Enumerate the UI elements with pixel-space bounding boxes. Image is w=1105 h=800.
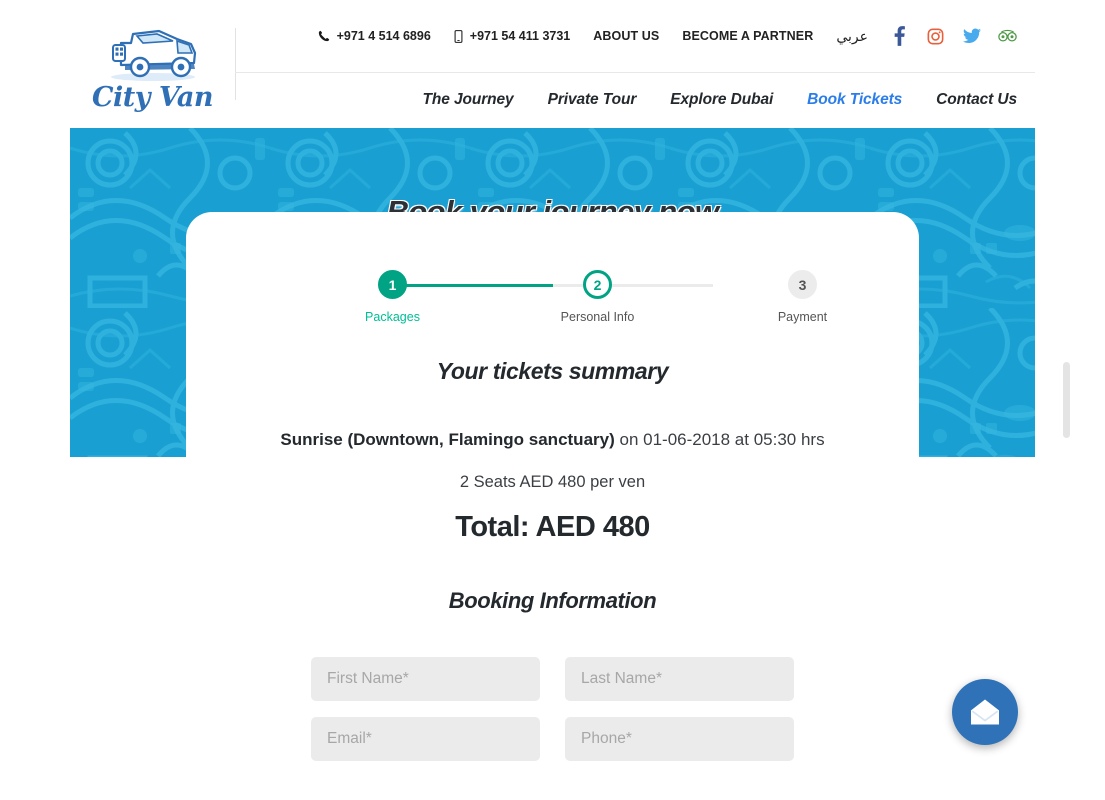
mobile-phone[interactable]: +971 54 411 3731: [454, 29, 570, 43]
facebook-icon[interactable]: [890, 25, 909, 47]
van-icon: [110, 29, 196, 81]
phone-field[interactable]: [565, 716, 794, 761]
tripadvisor-icon[interactable]: [998, 25, 1017, 47]
arabic-language-link[interactable]: عربي: [836, 28, 868, 45]
main-navigation: The Journey Private Tour Explore Dubai B…: [235, 72, 1035, 128]
step-3-circle[interactable]: 3: [788, 270, 817, 299]
envelope-icon: [971, 699, 999, 725]
nav-the-journey[interactable]: The Journey: [423, 91, 514, 109]
nav-book-tickets[interactable]: Book Tickets: [807, 91, 902, 109]
booking-information-form: [311, 656, 794, 761]
tickets-summary-heading: Your tickets summary: [436, 358, 669, 384]
page-root: City Van +971 4 514 6896 +971 54 411 373…: [0, 0, 1105, 800]
last-name-field[interactable]: [565, 656, 794, 701]
booking-information-heading: Booking Information: [448, 587, 657, 613]
booking-stepper: 1 Packages 2 Personal Info 3 Payment: [233, 260, 873, 330]
contact-chat-button[interactable]: [952, 679, 1018, 745]
ticket-total: Total: AED 480: [455, 510, 650, 543]
first-name-field[interactable]: [311, 656, 540, 701]
page-scrollbar-thumb[interactable]: [1063, 362, 1070, 438]
ticket-summary-line: Sunrise (Downtown, Flamingo sanctuary) o…: [186, 429, 919, 452]
ticket-package-name: Sunrise (Downtown, Flamingo sanctuary): [280, 430, 615, 449]
utility-bar: +971 4 514 6896 +971 54 411 3731 ABOUT U…: [235, 0, 1035, 72]
email-field[interactable]: [311, 716, 540, 761]
mobile-icon: [454, 29, 463, 43]
nav-private-tour[interactable]: Private Tour: [548, 91, 637, 109]
step-1-label: Packages: [365, 310, 420, 324]
stepper-step-packages[interactable]: 1 Packages: [313, 260, 473, 324]
ticket-date-time: on 01-06-2018 at 05:30 hrs: [614, 430, 825, 449]
stepper-step-payment[interactable]: 3 Payment: [723, 260, 883, 324]
site-logo[interactable]: City Van: [70, 8, 235, 120]
booking-card: 1 Packages 2 Personal Info 3 Payment You…: [186, 212, 919, 800]
stepper-step-personal-info[interactable]: 2 Personal Info: [518, 260, 678, 324]
site-header: City Van +971 4 514 6896 +971 54 411 373…: [70, 0, 1035, 128]
nav-explore-dubai[interactable]: Explore Dubai: [670, 91, 773, 109]
about-us-link[interactable]: ABOUT US: [593, 29, 659, 43]
become-a-partner-link[interactable]: BECOME A PARTNER: [682, 29, 813, 43]
step-1-circle[interactable]: 1: [378, 270, 407, 299]
mobile-number: +971 54 411 3731: [469, 29, 571, 43]
logo-wordmark: City Van: [92, 82, 213, 113]
twitter-icon[interactable]: [962, 25, 981, 47]
instagram-icon[interactable]: [926, 25, 945, 47]
step-2-circle[interactable]: 2: [583, 270, 612, 299]
step-3-label: Payment: [777, 310, 828, 324]
nav-contact-us[interactable]: Contact Us: [936, 91, 1017, 109]
landline-phone[interactable]: +971 4 514 6896: [318, 29, 431, 43]
landline-number: +971 4 514 6896: [336, 29, 431, 43]
ticket-seats-line: 2 Seats AED 480 per ven: [459, 472, 646, 491]
step-2-label: Personal Info: [560, 310, 635, 324]
phone-icon: [318, 30, 329, 42]
